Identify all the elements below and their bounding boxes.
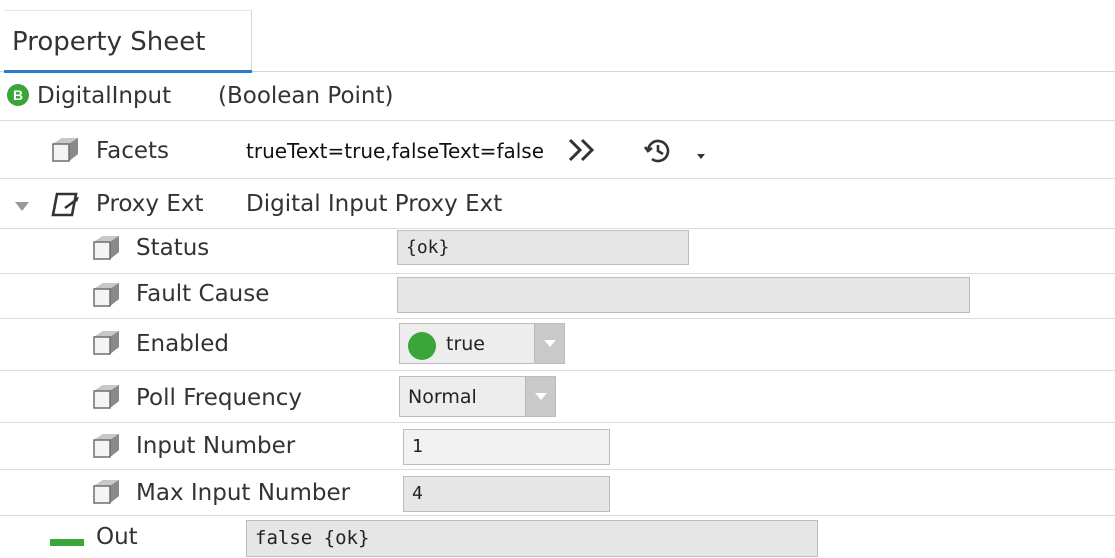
facets-value[interactable]: trueText=true,falseText=false xyxy=(246,139,544,163)
double-chevron-right-icon[interactable] xyxy=(566,135,602,165)
property-label-input-number: Input Number xyxy=(136,433,296,459)
tab-label: Property Sheet xyxy=(12,27,206,57)
property-label-max-input-number: Max Input Number xyxy=(136,480,351,506)
chevron-down-icon[interactable] xyxy=(695,146,707,159)
root-name: DigitalInput xyxy=(37,83,172,109)
root-type: (Boolean Point) xyxy=(218,83,394,109)
property-row-out[interactable]: Out false {ok} xyxy=(0,516,1115,558)
property-cube-icon xyxy=(91,383,121,411)
tab-bar: Property Sheet xyxy=(0,0,1115,73)
poll-frequency-select[interactable]: Normal xyxy=(399,376,556,417)
property-cube-icon xyxy=(91,329,121,357)
out-field: false {ok} xyxy=(246,520,818,557)
property-row-proxy-ext[interactable]: Proxy Ext Digital Input Proxy Ext xyxy=(0,179,1115,229)
enabled-value: true xyxy=(446,333,485,355)
history-clock-icon[interactable] xyxy=(643,136,673,166)
boolean-point-icon: B xyxy=(6,83,30,107)
input-number-field[interactable]: 1 xyxy=(403,429,610,465)
property-row-poll-frequency[interactable]: Poll Frequency Normal xyxy=(0,371,1115,423)
property-label-proxy-ext: Proxy Ext xyxy=(96,191,204,217)
out-bar-icon xyxy=(50,532,84,546)
property-row-max-input-number[interactable]: Max Input Number 4 xyxy=(0,470,1115,516)
property-label-fault-cause: Fault Cause xyxy=(136,281,270,307)
dropdown-arrow-icon[interactable] xyxy=(534,324,564,363)
status-dot-icon xyxy=(407,331,437,361)
fault-cause-field xyxy=(397,277,970,313)
svg-text:B: B xyxy=(13,87,23,103)
proxy-ext-icon xyxy=(50,191,80,219)
property-cube-icon xyxy=(91,478,121,506)
poll-frequency-value: Normal xyxy=(408,386,477,408)
property-row-fault-cause[interactable]: Fault Cause xyxy=(0,274,1115,319)
property-label-out: Out xyxy=(96,524,138,550)
property-label-enabled: Enabled xyxy=(136,331,229,357)
property-cube-icon xyxy=(91,432,121,460)
property-row-input-number[interactable]: Input Number 1 xyxy=(0,423,1115,470)
expand-triangle-icon[interactable] xyxy=(14,198,30,211)
property-cube-icon xyxy=(91,281,121,309)
property-label-status: Status xyxy=(136,235,210,261)
tab-property-sheet[interactable]: Property Sheet xyxy=(4,10,252,73)
max-input-number-field: 4 xyxy=(403,476,610,512)
property-label-poll-frequency: Poll Frequency xyxy=(136,385,303,411)
root-row[interactable]: B DigitalInput (Boolean Point) xyxy=(0,73,1115,121)
property-row-facets[interactable]: Facets trueText=true,falseText=false xyxy=(0,121,1115,179)
enabled-select[interactable]: true xyxy=(399,323,565,364)
property-row-status[interactable]: Status {ok} xyxy=(0,229,1115,274)
property-label-facets: Facets xyxy=(96,138,170,164)
property-cube-icon xyxy=(50,136,80,164)
proxy-ext-value: Digital Input Proxy Ext xyxy=(246,191,503,217)
property-cube-icon xyxy=(91,234,121,262)
dropdown-arrow-icon[interactable] xyxy=(525,377,555,416)
property-row-enabled[interactable]: Enabled true xyxy=(0,319,1115,371)
status-field: {ok} xyxy=(397,230,689,265)
